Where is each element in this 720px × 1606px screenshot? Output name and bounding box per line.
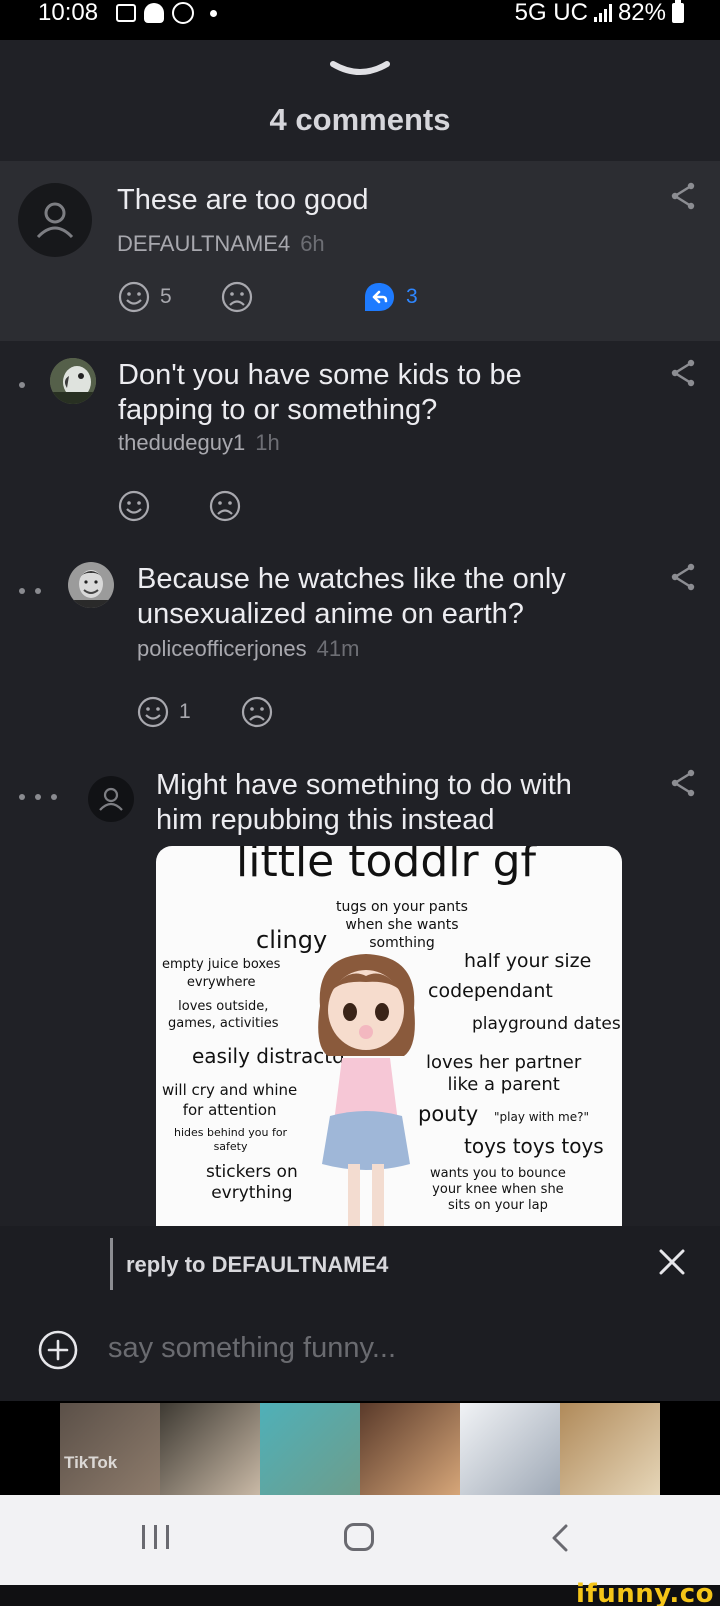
reply-bar: reply to DEFAULTNAME4 [0,1226,720,1401]
watermark: ifunny.co [0,1579,720,1606]
meme-label: wants you to bounce your knee when she s… [430,1166,566,1213]
thread-depth-dots [19,382,25,388]
reply-indicator-line [110,1238,113,1290]
frown-icon [241,696,273,728]
add-attachment-icon[interactable] [38,1330,78,1370]
reply-count: 3 [406,285,418,308]
default-user-icon [99,787,123,811]
comment-meta: policeofficerjones 41m [137,636,359,662]
comment-text: These are too good [117,184,369,216]
comment-author[interactable]: thedudeguy1 [118,430,245,455]
comment-text: Don't you have some kids to be fapping t… [118,359,522,426]
comment-time: 6h [300,231,325,256]
comment-author[interactable]: policeofficerjones [137,636,307,661]
frown-icon [209,490,241,522]
signal-icon [593,4,612,22]
meme-label: playground dates [472,1014,621,1034]
meme-label: empty juice boxes evrywhere [162,957,281,990]
meme-label: pouty [418,1102,479,1126]
anime-girl-illustration [318,954,415,1226]
comment-meta: thedudeguy1 1h [118,430,280,456]
avatar[interactable] [18,183,92,257]
comment-text: Because he watches like the only unsexua… [137,563,566,630]
meme-label: "play with me?" [494,1110,589,1124]
smile-reaction[interactable] [118,490,150,522]
avatar[interactable] [50,358,96,404]
tiktok-logo: TikTok [64,1453,118,1472]
network-label: 5G UC [514,0,588,26]
system-nav-bar [0,1495,720,1585]
frown-icon [221,281,253,313]
smile-icon [118,490,150,522]
home-button[interactable] [344,1523,374,1551]
reply-bubble-icon [365,283,394,311]
avatar[interactable] [88,776,134,822]
default-user-icon [36,202,74,239]
status-bar: 10:08 5G UC 82% [0,0,720,40]
meme-label: hides behind you for safety [174,1126,288,1153]
status-time: 10:08 [38,0,99,26]
meme-label: loves her partner like a parent [426,1052,582,1095]
share-icon[interactable] [668,768,698,798]
notification-icons [116,2,217,24]
smile-icon [137,696,169,728]
smile-count: 1 [179,700,191,723]
close-icon[interactable] [658,1248,686,1276]
parrot-avatar-image [50,358,96,404]
ad-banner[interactable]: TikTok [0,1401,720,1495]
meme-title: little toddlr gf [236,846,536,887]
comments-title: 4 comments [269,102,451,137]
smile-reaction[interactable]: 1 [137,696,191,728]
smiley-icon [172,2,194,24]
comment-time: 41m [316,636,360,661]
collapse-chevron-icon[interactable] [330,60,390,78]
reply-to-label: reply to DEFAULTNAME4 [126,1252,389,1277]
ad-image-strip [60,1403,660,1495]
status-right: 5G UC 82% [515,0,684,26]
thread-depth-dots [19,794,57,800]
share-icon[interactable] [668,181,698,211]
smile-reaction[interactable]: 5 [118,281,172,313]
smile-count: 5 [160,285,172,308]
comment-author[interactable]: DEFAULTNAME4 [117,231,290,256]
replies-button[interactable]: 3 [362,281,418,313]
snapchat-icon [144,3,164,23]
portrait-avatar-image [68,562,114,608]
comment-text: Might have something to do with him repu… [156,769,572,836]
share-icon[interactable] [668,358,698,388]
meme-label: loves outside, games, activities [168,999,279,1031]
meme-label: tugs on your pants when she wants somthi… [336,899,468,951]
share-icon[interactable] [668,562,698,592]
dot-icon [210,9,217,17]
comment-time: 1h [255,430,280,455]
battery-label: 82% [617,0,666,26]
recents-button[interactable] [142,1525,169,1549]
meme-label: toys toys toys [464,1134,604,1158]
meme-label: stickers on evrything [206,1162,298,1203]
meme-label: will cry and whine for attention [162,1081,298,1119]
frown-reaction[interactable] [221,281,253,313]
meme-label: half your size [464,950,592,972]
meme-label: codependant [428,980,553,1002]
avatar[interactable] [68,562,114,608]
comment-meta: DEFAULTNAME4 6h [117,231,325,257]
smile-icon [118,281,150,313]
thread-depth-dots [19,588,41,594]
comment-item: These are too good DEFAULTNAME4 6h 5 3 [0,161,720,341]
battery-icon [672,0,684,23]
frown-reaction[interactable] [209,490,241,522]
comments-sheet: 4 comments These are too good DEFAULTNAM… [0,40,720,1226]
gallery-icon [116,4,136,22]
comment-input[interactable] [108,1326,668,1370]
comment-image[interactable]: little toddlr gf tugs on your pants when… [156,846,622,1226]
frown-reaction[interactable] [241,696,273,728]
back-icon[interactable] [548,1523,572,1553]
ifunny-watermark: ifunny.co [576,1579,714,1606]
